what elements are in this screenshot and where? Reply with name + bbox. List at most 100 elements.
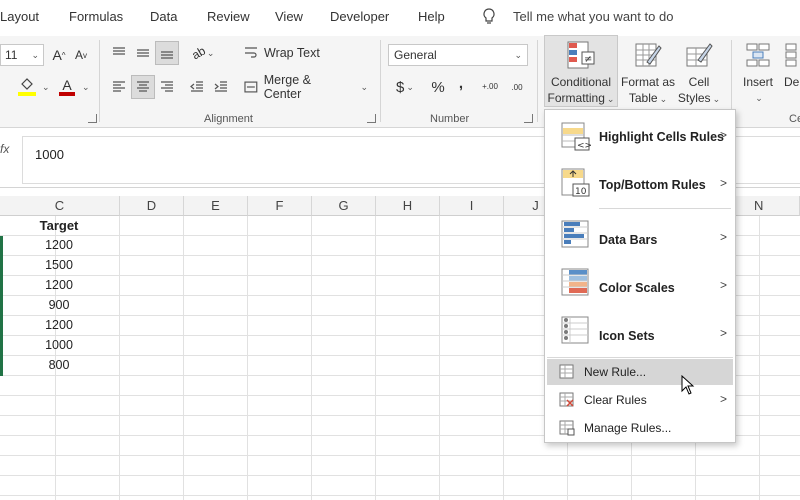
decrease-indent-button[interactable] [186, 76, 208, 98]
column-header-i[interactable]: I [440, 196, 504, 216]
tab-data[interactable]: Data [150, 9, 177, 24]
tab-help[interactable]: Help [418, 9, 445, 24]
percent-style-button[interactable]: % [428, 76, 448, 98]
cell-c-value[interactable]: 800 [0, 358, 118, 372]
font-size-value: 11 [5, 48, 18, 62]
menu-separator [547, 357, 733, 358]
format-as-table-label-2: Table [628, 91, 658, 105]
menu-item-manage-rules[interactable]: Manage Rules... [547, 415, 733, 441]
menu-item-label: Highlight Cells Rules [599, 130, 725, 144]
merge-center-button[interactable]: Merge & Center ⌄ [244, 73, 368, 101]
decrease-indent-icon [190, 81, 203, 92]
increase-decimal-button[interactable]: +.00 [478, 76, 502, 98]
cell-styles-label-1: Cell [688, 75, 710, 89]
font-color-button[interactable]: A [56, 76, 78, 98]
tab-view[interactable]: View [275, 9, 303, 24]
wrap-text-label: Wrap Text [264, 46, 320, 60]
delete-cells-button[interactable]: Del [780, 40, 800, 90]
align-left-button[interactable] [108, 76, 130, 98]
conditional-formatting-button[interactable]: ≠ Conditional Formatting ⌄ [544, 35, 618, 107]
column-header-g[interactable]: G [312, 196, 376, 216]
chevron-down-icon[interactable]: ⌄ [82, 82, 90, 93]
cells-group-label: Ce [789, 113, 800, 125]
column-header-h[interactable]: H [376, 196, 440, 216]
icon-sets-icon [561, 316, 589, 344]
column-header-d[interactable]: D [120, 196, 184, 216]
cell-styles-label-2: Styles [677, 91, 711, 105]
decrease-decimal-button[interactable]: .00 [506, 76, 528, 98]
conditional-formatting-label-2: Formatting [547, 91, 605, 105]
menu-item-new-rule[interactable]: New Rule... [547, 359, 733, 385]
chevron-down-icon: ⌄ [31, 49, 39, 60]
cell-c-value[interactable]: 1200 [0, 318, 118, 332]
number-format-select[interactable]: General ⌄ [388, 44, 528, 66]
tab-page-layout[interactable]: Layout [0, 9, 39, 24]
chevron-right-icon: > [719, 326, 727, 340]
align-top-button[interactable] [108, 42, 130, 64]
clear-rules-icon [559, 392, 574, 407]
column-header-f[interactable]: F [248, 196, 312, 216]
data-bars-icon [561, 220, 589, 248]
chevron-down-icon: ⌄ [406, 81, 414, 92]
menu-item-clear-rules[interactable]: Clear Rules > [547, 387, 733, 413]
align-bottom-icon [161, 51, 173, 59]
insert-cells-button[interactable]: Insert ⌄ [740, 40, 776, 106]
menu-item-top-bottom-rules[interactable]: 10 Top/Bottom Rules > [545, 162, 735, 208]
wrap-text-icon [245, 47, 257, 58]
align-bottom-button[interactable] [155, 41, 179, 65]
font-dialog-launcher[interactable] [88, 114, 97, 123]
conditional-formatting-menu: <> Highlight Cells Rules > 10 Top/Bottom… [544, 109, 736, 443]
wrap-text-button[interactable]: Wrap Text [244, 42, 322, 64]
align-left-icon [113, 81, 125, 92]
chevron-right-icon: > [719, 230, 727, 244]
format-as-table-button[interactable]: Format as Table ⌄ [620, 40, 676, 107]
chevron-down-icon[interactable]: ⌄ [42, 82, 50, 93]
insert-function-icon[interactable]: fx [0, 142, 16, 164]
format-as-table-label-1: Format as [620, 75, 675, 89]
font-size-select[interactable]: 11 ⌄ [0, 44, 44, 66]
cell-c-value[interactable]: 900 [0, 298, 118, 312]
cell-c-value[interactable]: 1000 [0, 338, 118, 352]
align-center-icon [137, 81, 149, 92]
insert-cells-icon [743, 40, 773, 70]
orientation-icon: ab [188, 43, 208, 63]
align-center-button[interactable] [131, 75, 155, 99]
chevron-down-icon: ⌄ [606, 94, 615, 104]
chevron-right-icon: > [719, 128, 727, 142]
tell-me-search[interactable]: Tell me what you want to do [483, 8, 674, 24]
align-middle-button[interactable] [132, 42, 154, 64]
format-as-table-icon [633, 40, 663, 70]
new-rule-label: New Rule... [584, 365, 647, 379]
increase-font-button[interactable]: A ^ [50, 44, 68, 66]
menu-item-data-bars[interactable]: Data Bars > [545, 212, 735, 260]
menu-item-highlight-cells-rules[interactable]: <> Highlight Cells Rules > [545, 114, 735, 160]
cell-c-header[interactable]: Target [0, 218, 118, 233]
alignment-dialog-launcher[interactable] [367, 114, 376, 123]
manage-rules-icon [559, 420, 575, 436]
chevron-down-icon: ⌄ [659, 94, 668, 104]
tab-review[interactable]: Review [207, 9, 250, 24]
fill-color-button[interactable] [14, 76, 40, 98]
cell-c-value[interactable]: 1500 [0, 258, 118, 272]
tell-me-text: Tell me what you want to do [513, 9, 674, 24]
cell-c-value[interactable]: 1200 [0, 278, 118, 292]
top-bottom-icon: 10 [561, 168, 590, 197]
tab-formulas[interactable]: Formulas [69, 9, 123, 24]
menu-item-color-scales[interactable]: Color Scales > [545, 260, 735, 308]
orientation-button[interactable]: ab ⌄ [186, 42, 220, 64]
tab-developer[interactable]: Developer [330, 9, 389, 24]
accounting-format-button[interactable]: $ ⌄ [392, 76, 418, 98]
cell-c-value[interactable]: 1200 [0, 238, 118, 252]
increase-indent-button[interactable] [210, 76, 232, 98]
comma-style-button[interactable]: , [454, 72, 468, 94]
chevron-right-icon: > [719, 176, 727, 190]
decrease-font-button[interactable]: Av [72, 44, 90, 66]
align-right-button[interactable] [156, 76, 178, 98]
cell-styles-button[interactable]: Cell Styles ⌄ [676, 40, 722, 107]
column-header-c[interactable]: C [0, 196, 120, 216]
formula-value: 1000 [35, 147, 64, 162]
column-header-n-label: N [754, 198, 764, 213]
column-header-e[interactable]: E [184, 196, 248, 216]
menu-item-icon-sets[interactable]: Icon Sets > [545, 308, 735, 356]
number-dialog-launcher[interactable] [524, 114, 533, 123]
